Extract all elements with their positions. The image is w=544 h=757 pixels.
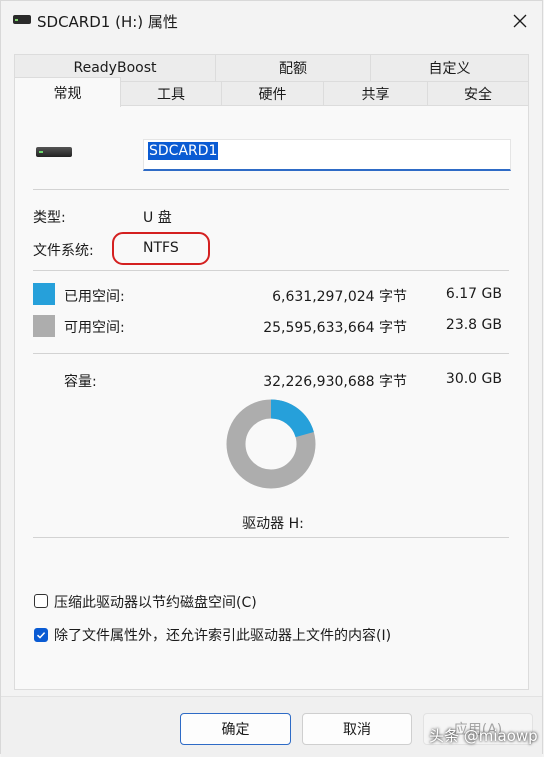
divider bbox=[33, 537, 509, 538]
free-space-swatch bbox=[33, 315, 55, 337]
tab-tools[interactable]: 工具 bbox=[120, 81, 222, 107]
drive-icon bbox=[13, 15, 31, 24]
capacity-label: 容量: bbox=[64, 374, 97, 390]
index-checkbox[interactable] bbox=[34, 628, 48, 642]
capacity-bytes: 32,226,930,688 字节 bbox=[263, 374, 407, 390]
used-space-bytes: 6,631,297,024 字节 bbox=[272, 289, 407, 305]
watermark: 头条 @miaowp bbox=[429, 727, 538, 745]
disk-usage-donut bbox=[226, 399, 316, 489]
compress-label[interactable]: 压缩此驱动器以节约磁盘空间(C) bbox=[54, 592, 257, 612]
type-value: U 盘 bbox=[143, 210, 172, 226]
index-label[interactable]: 除了文件属性外，还允许索引此驱动器上文件的内容(I) bbox=[54, 625, 391, 645]
hard-drive-icon bbox=[36, 147, 72, 157]
type-label: 类型: bbox=[33, 210, 66, 226]
window-title: SDCARD1 (H:) 属性 bbox=[37, 13, 178, 31]
divider bbox=[33, 189, 509, 190]
filesystem-label: 文件系统: bbox=[33, 243, 94, 259]
capacity-size: 30.0 GB bbox=[445, 371, 502, 387]
drive-name-input[interactable]: SDCARD1 bbox=[143, 139, 511, 171]
cancel-button[interactable]: 取消 bbox=[302, 713, 412, 745]
tab-quota[interactable]: 配额 bbox=[215, 54, 371, 82]
drive-name-text: SDCARD1 bbox=[148, 142, 219, 160]
tab-sharing[interactable]: 共享 bbox=[323, 81, 428, 107]
divider bbox=[33, 270, 509, 271]
compress-checkbox[interactable] bbox=[34, 594, 48, 608]
ok-button[interactable]: 确定 bbox=[180, 713, 291, 745]
used-space-size: 6.17 GB bbox=[445, 286, 502, 302]
tab-security[interactable]: 安全 bbox=[427, 81, 529, 107]
divider bbox=[33, 353, 509, 354]
close-button[interactable] bbox=[504, 5, 536, 37]
used-space-swatch bbox=[33, 283, 55, 305]
tab-hardware[interactable]: 硬件 bbox=[221, 81, 324, 107]
close-icon bbox=[513, 14, 527, 28]
highlight-annotation bbox=[112, 232, 210, 265]
title-bar: SDCARD1 (H:) 属性 bbox=[1, 1, 542, 41]
free-space-bytes: 25,595,633,664 字节 bbox=[263, 320, 407, 336]
used-space-label: 已用空间: bbox=[64, 289, 125, 305]
drive-letter-label: 驱动器 H: bbox=[242, 516, 304, 532]
tab-customize[interactable]: 自定义 bbox=[370, 54, 529, 82]
free-space-size: 23.8 GB bbox=[445, 317, 502, 333]
properties-window: SDCARD1 (H:) 属性 ReadyBoost 配额 自定义 常规 工具 … bbox=[0, 0, 543, 757]
free-space-label: 可用空间: bbox=[64, 320, 125, 336]
tab-general[interactable]: 常规 bbox=[14, 77, 121, 107]
checkmark-icon bbox=[36, 632, 46, 639]
